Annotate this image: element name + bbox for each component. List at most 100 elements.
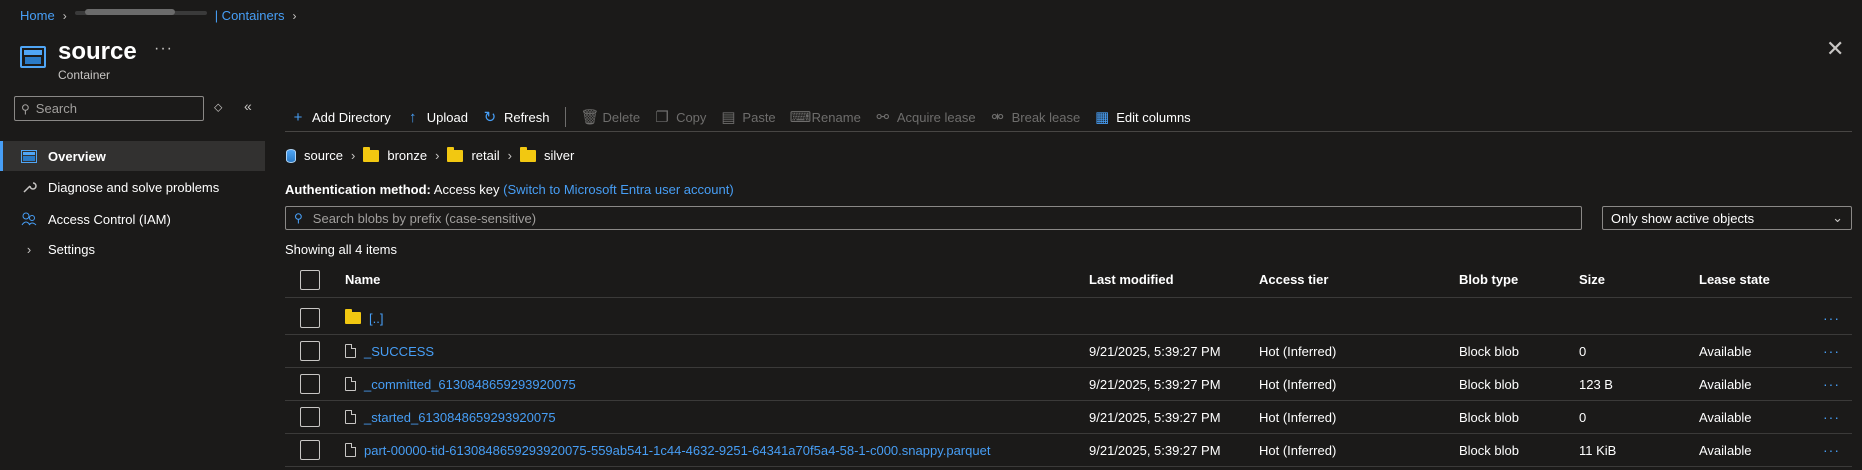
table-row[interactable]: _SUCCESS 9/21/2025, 5:39:27 PM Hot (Infe… [285,335,1852,368]
search-icon: ⚲ [21,101,30,116]
row-more-icon[interactable]: ··· [1823,343,1840,359]
nav-search-placeholder: Search [35,101,77,116]
table-row[interactable]: _committed_6130848659293920075 9/21/2025… [285,368,1852,401]
breadcrumb-containers[interactable]: | Containers [215,8,285,23]
refresh-button[interactable]: ↻ Refresh [482,108,550,126]
row-more-icon[interactable]: ··· [1823,442,1840,458]
path-item-bronze[interactable]: bronze [387,148,427,163]
lease-cell: Available [1699,343,1752,359]
sidebar-item-diagnose[interactable]: Diagnose and solve problems [0,172,265,202]
modified-cell: 9/21/2025, 5:39:27 PM [1089,442,1221,458]
row-more-icon[interactable]: ··· [1823,310,1840,326]
folder-icon [363,146,380,162]
size-cell: 0 [1579,343,1587,359]
size-cell: 11 KiB [1579,442,1617,458]
delete-button[interactable]: 🗑︎ Delete [580,108,640,126]
acquire-lease-label: Acquire lease [896,109,976,125]
blob-name-link[interactable]: part-00000-tid-6130848659293920075-559ab… [364,443,990,458]
active-objects-dropdown[interactable]: Only show active objects ⌄ [1602,206,1852,230]
column-last-modified[interactable]: Last modified [1089,272,1174,287]
copy-button[interactable]: ❐ Copy [654,108,706,126]
toolbar: + Add Directory ↑ Upload ↻ Refresh 🗑︎ De… [290,104,1205,130]
more-options-icon[interactable]: ··· [154,40,173,58]
upload-label: Upload [426,109,468,125]
name-cell[interactable]: part-00000-tid-6130848659293920075-559ab… [345,443,990,458]
sidebar-item-overview[interactable]: Overview [0,141,265,171]
table-row[interactable]: _started_6130848659293920075 9/21/2025, … [285,401,1852,434]
path-item-retail[interactable]: retail [471,148,499,163]
name-cell[interactable]: _started_6130848659293920075 [345,410,556,425]
table-row[interactable]: [..] ··· [285,302,1852,335]
blob-name-link[interactable]: [..] [369,311,383,326]
blob-search-input[interactable]: ⚲ Search blobs by prefix (case-sensitive… [285,206,1582,230]
close-icon[interactable]: ✕ [1826,36,1844,62]
column-lease-state[interactable]: Lease state [1699,272,1770,287]
column-blob-type[interactable]: Blob type [1459,272,1518,287]
column-access-tier[interactable]: Access tier [1259,272,1328,287]
upload-icon: ↑ [409,108,417,126]
collapse-menu-icon[interactable]: « [244,98,252,114]
edit-columns-label: Edit columns [1116,109,1191,125]
row-checkbox[interactable] [300,341,320,361]
path-item-source[interactable]: source [304,148,343,163]
name-cell[interactable]: [..] [345,309,383,326]
sidebar-item-label: Overview [48,148,106,164]
plus-icon: + [293,108,303,126]
auth-value: Access key [433,182,500,197]
paste-button[interactable]: ▤ Paste [720,108,775,126]
row-checkbox[interactable] [300,374,320,394]
file-icon [345,443,356,457]
row-more-icon[interactable]: ··· [1823,376,1840,392]
name-cell[interactable]: _committed_6130848659293920075 [345,377,576,392]
expand-collapse-icon[interactable]: ⬦ [214,100,222,115]
upload-button[interactable]: ↑ Upload [405,109,468,126]
sidebar-item-iam[interactable]: Access Control (IAM) [0,204,265,234]
copy-label: Copy [676,109,707,125]
folder-icon [520,146,536,162]
column-size[interactable]: Size [1579,272,1605,287]
sidebar-item-settings[interactable]: › Settings [0,234,265,264]
chevron-down-icon: ⌄ [1832,210,1843,225]
blob-name-link[interactable]: _started_6130848659293920075 [364,410,556,425]
chevron-right-icon: › [292,8,297,23]
break-lease-label: Break lease [1011,109,1081,125]
select-all-checkbox[interactable] [300,269,320,290]
row-checkbox[interactable] [300,407,320,427]
type-cell: Block blob [1459,409,1519,425]
refresh-icon: ↻ [483,109,497,126]
file-icon [345,344,356,358]
lease-cell: Available [1699,442,1752,458]
breadcrumb-home[interactable]: Home [20,8,55,23]
row-checkbox[interactable] [300,308,320,328]
edit-columns-button[interactable]: ▦ Edit columns [1094,108,1191,126]
table-header: Name Last modified Access tier Blob type… [285,262,1852,298]
row-checkbox[interactable] [300,440,320,460]
type-cell: Block blob [1459,343,1519,359]
delete-label: Delete [602,109,641,125]
table-row[interactable]: part-00000-tid-6130848659293920075-559ab… [285,434,1852,467]
columns-icon: ▦ [1095,109,1110,126]
folder-icon [345,309,361,324]
nav-search-input[interactable]: ⚲ Search [14,96,204,121]
chevron-right-icon: › [507,148,512,163]
size-cell: 123 B [1579,376,1613,392]
chevron-right-icon: › [435,148,440,163]
tier-cell: Hot (Inferred) [1259,343,1337,359]
file-icon [345,410,356,424]
add-directory-button[interactable]: + Add Directory [290,109,391,126]
column-name[interactable]: Name [345,272,380,287]
acquire-lease-button[interactable]: ⚯ Acquire lease [875,108,976,126]
toolbar-divider [565,107,567,127]
sidebar-item-label: Access Control (IAM) [48,211,171,227]
row-more-icon[interactable]: ··· [1823,409,1840,425]
copy-icon: ❐ [655,109,669,126]
switch-auth-link[interactable]: (Switch to Microsoft Entra user account) [503,182,733,197]
folder-icon [447,146,464,162]
name-cell[interactable]: _SUCCESS [345,344,434,359]
break-lease-button[interactable]: ⚮ Break lease [990,108,1081,126]
blob-name-link[interactable]: _committed_6130848659293920075 [364,377,576,392]
blob-name-link[interactable]: _SUCCESS [364,344,434,359]
path-item-silver[interactable]: silver [544,148,574,163]
chevron-right-icon: › [62,8,67,23]
rename-button[interactable]: ⌨︎ Rename [790,108,861,126]
